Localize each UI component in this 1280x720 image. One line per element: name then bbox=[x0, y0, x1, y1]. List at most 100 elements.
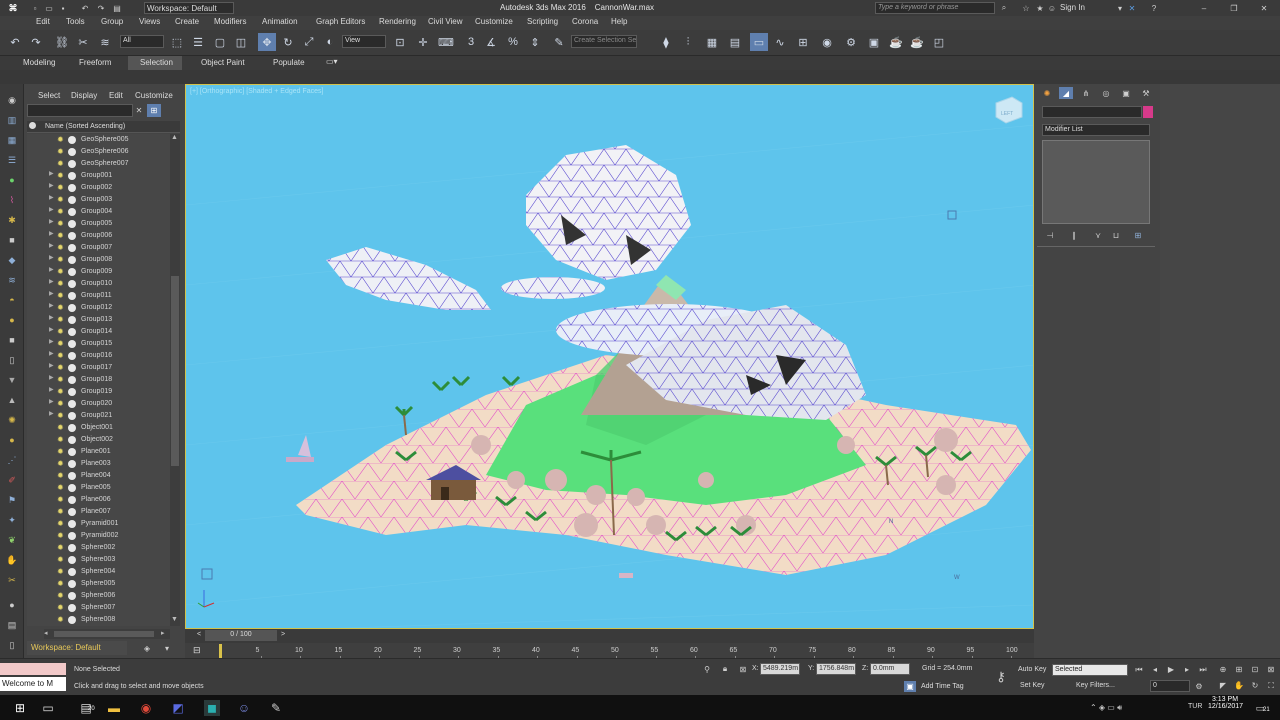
tree-vertical-scrollbar[interactable]: ▲ ▼ bbox=[170, 134, 180, 626]
visibility-bulb-icon[interactable]: ✹ bbox=[57, 495, 64, 504]
display-cameras-icon[interactable]: ■ bbox=[5, 234, 19, 246]
layers-footer-icon[interactable]: ◈ bbox=[140, 642, 154, 654]
expand-icon[interactable]: ▶ bbox=[49, 170, 54, 177]
pin-stack-icon[interactable]: ⊣ bbox=[1043, 229, 1057, 241]
mini-curve-editor-icon[interactable]: ⊟ bbox=[193, 645, 201, 656]
material-editor-icon[interactable]: ◉ bbox=[818, 33, 836, 51]
previous-frame-icon[interactable]: ◂ bbox=[1150, 664, 1160, 675]
key-filters-button[interactable]: Key Filters... bbox=[1076, 682, 1115, 689]
info-center-icon[interactable]: ☆ bbox=[1020, 2, 1032, 14]
display-all-icon[interactable]: ✺ bbox=[5, 414, 19, 426]
make-unique-icon[interactable]: ⋎ bbox=[1091, 229, 1105, 241]
add-time-tag[interactable]: Add Time Tag bbox=[921, 683, 964, 690]
scene-explorer-toggle-icon[interactable]: ▦ bbox=[703, 33, 721, 51]
workspace-footer[interactable]: Workspace: Default bbox=[27, 641, 127, 655]
viewcube[interactable]: LEFT bbox=[995, 96, 1023, 124]
sync-selection-icon[interactable]: ✐ bbox=[5, 474, 19, 486]
new-file-icon[interactable]: ▫ bbox=[30, 3, 40, 13]
explorer-eye-icon[interactable]: ◉ bbox=[5, 94, 19, 106]
display-helpers-icon[interactable]: ◆ bbox=[5, 254, 19, 266]
tree-item[interactable]: ✹ Sphere003 bbox=[27, 554, 168, 566]
visibility-bulb-icon[interactable]: ✹ bbox=[57, 135, 64, 144]
explorer-menu-icon[interactable]: ▾ bbox=[160, 642, 174, 654]
tree-item[interactable]: ▶ ✹ Group001 bbox=[27, 170, 168, 182]
explorer-hierarchy-icon[interactable]: ▦ bbox=[5, 134, 19, 146]
menu-group[interactable]: Group bbox=[101, 17, 123, 26]
file-explorer-icon[interactable]: ▬ bbox=[106, 700, 122, 716]
modifier-list-dropdown[interactable]: Modifier List bbox=[1042, 124, 1150, 136]
tree-item[interactable]: ✹ Plane004 bbox=[27, 470, 168, 482]
time-slider[interactable]: < 0 / 100 > bbox=[185, 629, 1034, 643]
visibility-bulb-icon[interactable]: ✹ bbox=[57, 339, 64, 348]
tree-item[interactable]: ▶ ✹ Group013 bbox=[27, 314, 168, 326]
tree-item[interactable]: ▶ ✹ Group010 bbox=[27, 278, 168, 290]
time-slider-prev-icon[interactable]: < bbox=[197, 631, 201, 638]
search-input[interactable]: Type a keyword or phrase bbox=[875, 2, 995, 14]
menu-customize[interactable]: Customize bbox=[475, 17, 513, 26]
tab-populate[interactable]: Populate bbox=[273, 58, 305, 67]
expand-icon[interactable]: ▶ bbox=[49, 374, 54, 381]
explorer-tab-display[interactable]: Display bbox=[71, 91, 97, 100]
undo-quick-icon[interactable]: ↶ bbox=[80, 3, 90, 13]
display-tab-icon[interactable]: ▣ bbox=[1119, 87, 1133, 99]
visibility-bulb-icon[interactable]: ✹ bbox=[57, 543, 64, 552]
visibility-bulb-icon[interactable]: ✹ bbox=[57, 591, 64, 600]
object-name-field[interactable] bbox=[1042, 106, 1142, 118]
time-configuration-icon[interactable]: ⚙ bbox=[1194, 680, 1204, 692]
visibility-bulb-icon[interactable]: ✹ bbox=[57, 195, 64, 204]
user-icon[interactable]: ☺ bbox=[1046, 2, 1058, 14]
explorer-tab-customize[interactable]: Customize bbox=[135, 91, 173, 100]
tree-item[interactable]: ▶ ✹ Group004 bbox=[27, 206, 168, 218]
percent-snap-icon[interactable]: % bbox=[504, 33, 522, 51]
visibility-bulb-icon[interactable]: ✹ bbox=[57, 363, 64, 372]
expand-icon[interactable]: ▶ bbox=[49, 278, 54, 285]
rendered-frame-window-icon[interactable]: ▣ bbox=[865, 33, 883, 51]
tree-item[interactable]: ▶ ✹ Group005 bbox=[27, 218, 168, 230]
orbit-icon[interactable]: ↻ bbox=[1250, 680, 1260, 691]
visibility-bulb-icon[interactable]: ✹ bbox=[57, 507, 64, 516]
tree-item[interactable]: ▶ ✹ Group006 bbox=[27, 230, 168, 242]
undo-icon[interactable]: ↶ bbox=[6, 33, 24, 51]
tree-item[interactable]: ▶ ✹ Group016 bbox=[27, 350, 168, 362]
visibility-bulb-icon[interactable]: ✹ bbox=[57, 615, 64, 624]
utilities-tab-icon[interactable]: ⚒ bbox=[1139, 87, 1153, 99]
expand-icon[interactable]: ▶ bbox=[49, 326, 54, 333]
knife-icon[interactable]: ✂ bbox=[5, 574, 19, 586]
visibility-bulb-icon[interactable]: ✹ bbox=[57, 519, 64, 528]
scroll-down-icon[interactable]: ▼ bbox=[171, 616, 179, 626]
selection-filter-dropdown[interactable]: All bbox=[120, 35, 164, 48]
display-shapes-icon[interactable]: ⌇ bbox=[5, 194, 19, 206]
current-frame-field[interactable]: 0 bbox=[1150, 680, 1190, 692]
visibility-bulb-icon[interactable]: ✹ bbox=[57, 447, 64, 456]
snaps-toggle-icon[interactable]: 3 bbox=[462, 33, 480, 51]
render-activeshade-icon[interactable]: ◰ bbox=[930, 33, 948, 51]
play-icon[interactable]: ▶ bbox=[1166, 664, 1176, 675]
menu-edit[interactable]: Edit bbox=[36, 17, 50, 26]
visibility-bulb-icon[interactable]: ✹ bbox=[57, 231, 64, 240]
menu-rendering[interactable]: Rendering bbox=[379, 17, 416, 26]
start-icon[interactable]: ⊞ bbox=[12, 700, 28, 716]
camera-helper-icon[interactable] bbox=[201, 568, 213, 580]
menu-corona[interactable]: Corona bbox=[572, 17, 598, 26]
tab-freeform[interactable]: Freeform bbox=[79, 58, 111, 67]
expand-icon[interactable]: ▶ bbox=[49, 242, 54, 249]
create-tab-icon[interactable]: ✺ bbox=[1040, 87, 1054, 99]
tree-item[interactable]: ▶ ✹ Group002 bbox=[27, 182, 168, 194]
object-color-swatch[interactable] bbox=[1143, 106, 1153, 118]
light-helper-icon[interactable] bbox=[947, 210, 957, 220]
menu-modifiers[interactable]: Modifiers bbox=[214, 17, 246, 26]
render-iterative-icon[interactable]: ☕ bbox=[908, 33, 926, 51]
display-none-icon[interactable]: ● bbox=[5, 434, 19, 446]
named-selection-set-input[interactable]: Create Selection Se bbox=[571, 35, 637, 48]
tree-item[interactable]: ✹ Plane001 bbox=[27, 446, 168, 458]
tree-item[interactable]: ▶ ✹ Group012 bbox=[27, 302, 168, 314]
go-to-start-icon[interactable]: ⏮ bbox=[1134, 664, 1144, 675]
display-containers-icon[interactable]: ▯ bbox=[5, 354, 19, 366]
display-geometry-icon[interactable]: ● bbox=[5, 174, 19, 186]
y-coord-field[interactable]: 1756.848m bbox=[816, 663, 856, 675]
visibility-bulb-icon[interactable]: ✹ bbox=[57, 435, 64, 444]
isolate-selection-icon[interactable]: ⚲ bbox=[702, 663, 712, 675]
tree-item[interactable]: ▶ ✹ Group011 bbox=[27, 290, 168, 302]
explorer-filter-icon[interactable]: ▥ bbox=[5, 114, 19, 126]
brush-icon[interactable]: ✋ bbox=[5, 554, 19, 566]
